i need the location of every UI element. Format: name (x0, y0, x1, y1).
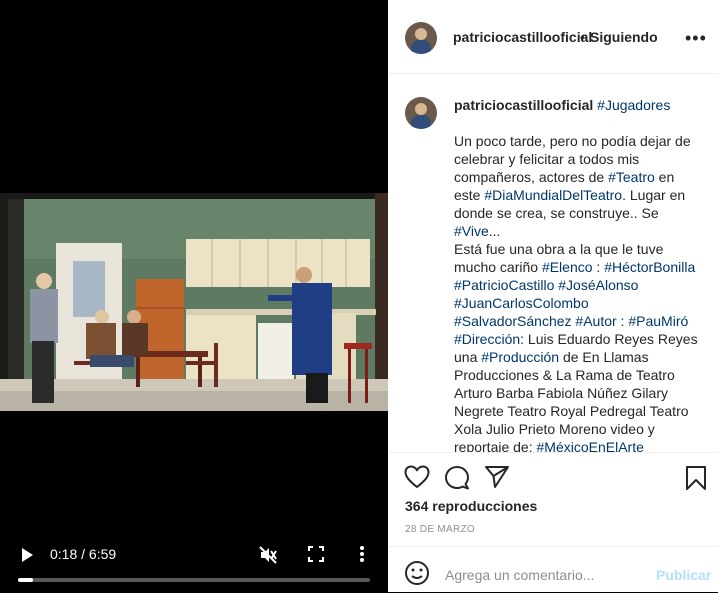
caption-text-segment (638, 277, 642, 293)
muted-volume-icon[interactable] (258, 545, 278, 565)
caption-author-avatar[interactable] (405, 97, 437, 129)
caption-title-hashtag[interactable]: #Jugadores (597, 97, 670, 113)
post-actions: 364 reproducciones 28 DE MARZO (388, 452, 718, 547)
caption-text-segment (695, 259, 699, 275)
caption-header: patriciocastillooficial #Jugadores (454, 97, 670, 113)
video-player[interactable]: 0:18 / 6:59 (0, 0, 388, 592)
caption-text-segment (589, 295, 593, 311)
caption-hashtag[interactable]: #PatricioCastillo (454, 277, 554, 293)
caption-hashtag[interactable]: #JuanCarlosColombo (454, 295, 589, 311)
comment-bubble-icon[interactable] (444, 465, 470, 491)
play-icon[interactable] (20, 547, 34, 563)
caption-text-segment: : (616, 313, 629, 329)
caption-hashtag[interactable]: #Producción (481, 349, 559, 365)
post-header: patriciocastillooficial • Siguiendo ••• (388, 0, 718, 74)
caption-hashtag[interactable]: #HéctorBonilla (604, 259, 695, 275)
author-avatar[interactable] (405, 22, 437, 54)
publish-button[interactable]: Publicar (656, 567, 711, 583)
video-frame-theater-stage (0, 193, 388, 411)
following-button[interactable]: Siguiendo (590, 29, 658, 45)
emoji-icon[interactable] (404, 560, 430, 586)
header-separator: • (580, 29, 585, 45)
caption-hashtag[interactable]: #Teatro (608, 169, 655, 185)
caption-text: Un poco tarde, pero no podía dejar de ce… (454, 132, 704, 452)
caption-hashtag[interactable]: #JoséAlonso (558, 277, 638, 293)
video-more-options-icon[interactable] (359, 545, 365, 563)
like-heart-icon[interactable] (404, 465, 430, 489)
video-progress-fill (18, 578, 34, 582)
caption-hashtag[interactable]: #MéxicoEnElArte (537, 439, 644, 452)
fullscreen-icon[interactable] (307, 545, 325, 563)
caption-text-segment: : (592, 259, 605, 275)
share-send-icon[interactable] (484, 465, 510, 489)
caption-text-segment (688, 313, 692, 329)
comment-input[interactable]: Agrega un comentario... (445, 567, 594, 583)
post-caption: patriciocastillooficial #Jugadores Un po… (388, 74, 718, 452)
caption-hashtag[interactable]: #PauMiró (628, 313, 688, 329)
comment-bar: Agrega un comentario... Publicar (388, 546, 718, 593)
video-time: 0:18 / 6:59 (50, 546, 117, 562)
instagram-post-modal: 0:18 / 6:59 patriciocastillooficial • Si… (0, 0, 718, 592)
video-controls: 0:18 / 6:59 (0, 535, 388, 592)
caption-hashtag[interactable]: #Dirección (454, 331, 520, 347)
video-progress-bar[interactable] (18, 578, 370, 582)
more-options-icon[interactable]: ••• (685, 28, 707, 49)
save-bookmark-icon[interactable] (685, 465, 707, 491)
author-username[interactable]: patriciocastillooficial (453, 29, 592, 45)
caption-hashtag[interactable]: #Autor (575, 313, 616, 329)
caption-hashtag[interactable]: #SalvadorSánchez (454, 313, 572, 329)
post-side-panel: patriciocastillooficial • Siguiendo ••• … (388, 0, 718, 592)
caption-hashtag[interactable]: #Vive (454, 223, 489, 239)
caption-hashtag[interactable]: #DiaMundialDelTeatro (484, 187, 622, 203)
caption-hashtag[interactable]: #Elenco (542, 259, 593, 275)
caption-username[interactable]: patriciocastillooficial (454, 97, 593, 113)
views-count[interactable]: 364 reproducciones (405, 498, 537, 514)
post-date[interactable]: 28 DE MARZO (405, 524, 475, 535)
